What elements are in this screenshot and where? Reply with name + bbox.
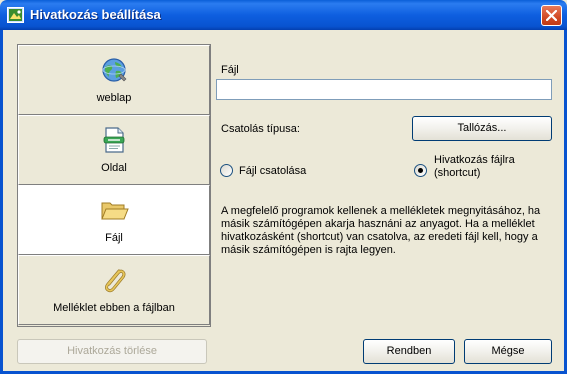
radio-selected-dot: [418, 168, 423, 173]
sidebar-item-label: Melléklet ebben a fájlban: [53, 302, 175, 314]
window-frame-left: [0, 30, 3, 374]
browse-button[interactable]: Tallózás...: [412, 116, 552, 141]
radio-attach-label: Fájl csatolása: [239, 165, 307, 177]
radio-shortcut-label-line1: Hivatkozás fájlra: [434, 154, 515, 166]
ok-button[interactable]: Rendben: [363, 339, 455, 364]
file-label: Fájl: [221, 64, 239, 76]
sidebar-item-weblap[interactable]: weblap: [18, 45, 210, 115]
sidebar-item-melleklet[interactable]: Melléklet ebben a fájlban: [18, 255, 210, 325]
sidebar-item-label: Fájl: [105, 232, 123, 244]
window-title: Hivatkozás beállítása: [30, 7, 161, 22]
description-text: A megfelelő programok kellenek a mellékl…: [221, 205, 541, 256]
cancel-button[interactable]: Mégse: [464, 339, 552, 364]
radio-attach-file[interactable]: Fájl csatolása: [219, 161, 369, 181]
page-icon: [99, 125, 129, 155]
globe-icon: [99, 55, 129, 85]
close-icon: [546, 10, 557, 21]
window-app-icon: [7, 7, 24, 23]
folder-icon: [99, 195, 129, 225]
link-type-label: Csatolás típusa:: [221, 123, 300, 135]
link-type-sidebar: weblap Oldal Fájl Melléklet ebben a fájl…: [17, 44, 211, 327]
radio-link-shortcut[interactable]: Hivatkozás fájlra (shortcut): [414, 153, 559, 189]
remove-link-button[interactable]: Hivatkozás törlése: [17, 339, 207, 364]
sidebar-item-label: Oldal: [101, 162, 127, 174]
sidebar-item-fajl[interactable]: Fájl: [18, 185, 210, 255]
radio-button[interactable]: [220, 164, 233, 177]
paperclip-icon: [99, 265, 129, 295]
sidebar-item-label: weblap: [96, 92, 132, 104]
sidebar-item-oldal[interactable]: Oldal: [18, 115, 210, 185]
radio-button[interactable]: [414, 164, 427, 177]
title-bar[interactable]: Hivatkozás beállítása: [0, 0, 567, 30]
file-path-input[interactable]: [216, 79, 552, 100]
close-button[interactable]: [541, 5, 562, 26]
radio-shortcut-label-line2: (shortcut): [434, 167, 481, 179]
